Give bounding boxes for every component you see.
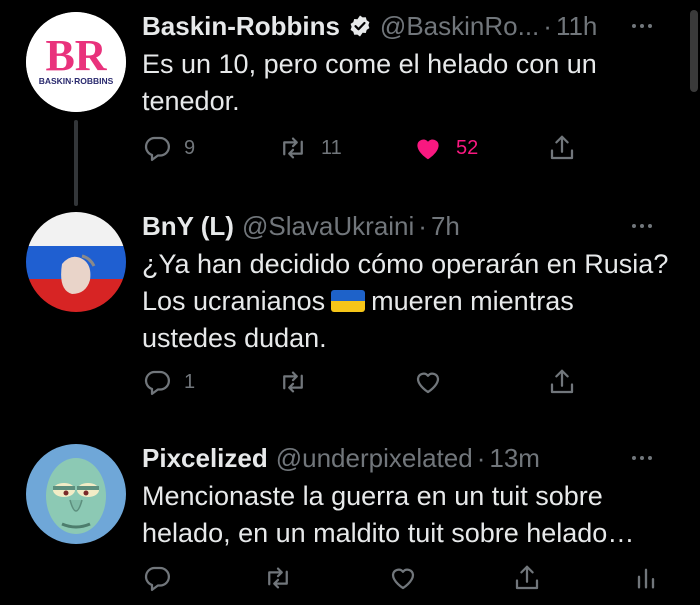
- heart-icon: [391, 568, 415, 590]
- verified-badge-icon: [350, 15, 370, 37]
- tweet-header: Pixcelized @underpixelated · 13m: [142, 442, 660, 474]
- more-options-icon[interactable]: [624, 442, 660, 474]
- retweet-count: 11: [321, 136, 342, 159]
- reply-count: 1: [184, 370, 196, 393]
- retweet-icon: [268, 567, 288, 589]
- like-button[interactable]: [412, 362, 444, 402]
- logo-subtext: BASKIN·ROBBINS: [39, 76, 114, 86]
- more-options-icon[interactable]: [624, 10, 660, 42]
- tweet-text-line: Mencionaste la guerra en un tuit sobre: [142, 481, 603, 511]
- reply-button[interactable]: 1: [142, 362, 195, 402]
- share-icon: [515, 565, 539, 590]
- ukraine-flag-emoji: [331, 290, 366, 312]
- user-handle[interactable]: @SlavaUkraini: [242, 210, 414, 242]
- display-name[interactable]: Baskin-Robbins: [142, 10, 340, 42]
- separator: ·: [543, 11, 552, 41]
- logo-letters: BR: [45, 31, 107, 80]
- user-handle[interactable]: @BaskinRo...: [380, 10, 539, 42]
- retweet-button[interactable]: [277, 362, 309, 402]
- tweet-actions: 1: [142, 362, 592, 402]
- tweet-bny[interactable]: BnY (L) @SlavaUkraini · 7h ¿Ya han decid…: [0, 210, 700, 420]
- tweet-actions: 9 11 52: [142, 128, 592, 168]
- analytics-button[interactable]: [632, 558, 660, 598]
- tweet-text-line: helado, en un maldito tuit sobre helado…: [142, 518, 635, 548]
- tweet-text-segment: Los ucranianos: [142, 286, 326, 316]
- avatar[interactable]: BR BASKIN·ROBBINS: [26, 12, 126, 112]
- reply-button[interactable]: [142, 558, 172, 598]
- tweet-text: Es un 10, pero come el helado con un ten…: [142, 46, 660, 120]
- tweet-actions: [142, 558, 662, 598]
- like-button[interactable]: [387, 558, 419, 598]
- tweet-text-line: ¿Ya han decidido cómo operarán en Rusia?: [142, 249, 669, 279]
- analytics-icon: [637, 568, 655, 589]
- retweet-button[interactable]: 11: [277, 128, 342, 168]
- like-count: 52: [456, 136, 479, 159]
- tweet-text: Mencionaste la guerra en un tuit sobre h…: [142, 478, 660, 552]
- retweet-icon: [283, 371, 303, 393]
- display-name[interactable]: Pixcelized: [142, 442, 268, 474]
- russian-flag-avatar: [26, 212, 126, 312]
- more-options-icon[interactable]: [624, 210, 660, 242]
- thread-line: [74, 120, 78, 206]
- share-icon: [550, 369, 574, 394]
- tweet-text-line: ustedes dudan.: [142, 323, 327, 353]
- tweet-text: ¿Ya han decidido cómo operarán en Rusia?…: [142, 246, 669, 357]
- display-name[interactable]: BnY (L): [142, 210, 234, 242]
- squidward-avatar: [26, 444, 126, 544]
- tweet-pixcelized[interactable]: Pixcelized @underpixelated · 13m Mencion…: [0, 442, 700, 605]
- reply-count: 9: [184, 136, 196, 159]
- tweet-header: Baskin-Robbins @BaskinRo... · 11h: [142, 10, 660, 42]
- tweet-text-segment: mueren mientras: [371, 286, 574, 316]
- user-handle[interactable]: @underpixelated: [276, 442, 473, 474]
- tweet-text-line: Los ucranianos mueren mientras: [142, 283, 660, 320]
- tweet-baskin-robbins[interactable]: BR BASKIN·ROBBINS Baskin-Robbins @Baskin…: [0, 10, 700, 206]
- share-button[interactable]: [512, 558, 542, 598]
- timestamp[interactable]: 11h: [556, 10, 597, 42]
- timestamp[interactable]: 7h: [431, 210, 460, 242]
- retweet-icon: [283, 137, 303, 159]
- tweet-text-line: tenedor.: [142, 86, 240, 116]
- timestamp[interactable]: 13m: [489, 442, 540, 474]
- reply-button[interactable]: 9: [142, 128, 195, 168]
- reply-icon: [144, 370, 170, 395]
- separator: ·: [418, 211, 427, 241]
- heart-filled-icon: [417, 139, 439, 160]
- avatar[interactable]: [26, 444, 126, 544]
- tweet-header: BnY (L) @SlavaUkraini · 7h: [142, 210, 660, 242]
- separator: ·: [476, 443, 486, 473]
- reply-icon: [144, 136, 170, 161]
- heart-icon: [416, 372, 440, 394]
- avatar[interactable]: [26, 212, 126, 312]
- share-icon: [550, 135, 574, 160]
- like-button[interactable]: 52: [412, 128, 478, 168]
- share-button[interactable]: [547, 128, 577, 168]
- tweet-text-line: Es un 10, pero come el helado con un: [142, 49, 597, 79]
- tweet-timeline: BR BASKIN·ROBBINS Baskin-Robbins @Baskin…: [0, 0, 700, 605]
- share-button[interactable]: [547, 362, 577, 402]
- retweet-button[interactable]: [262, 558, 294, 598]
- reply-icon: [144, 566, 170, 591]
- baskin-robbins-logo: BR BASKIN·ROBBINS: [26, 12, 126, 112]
